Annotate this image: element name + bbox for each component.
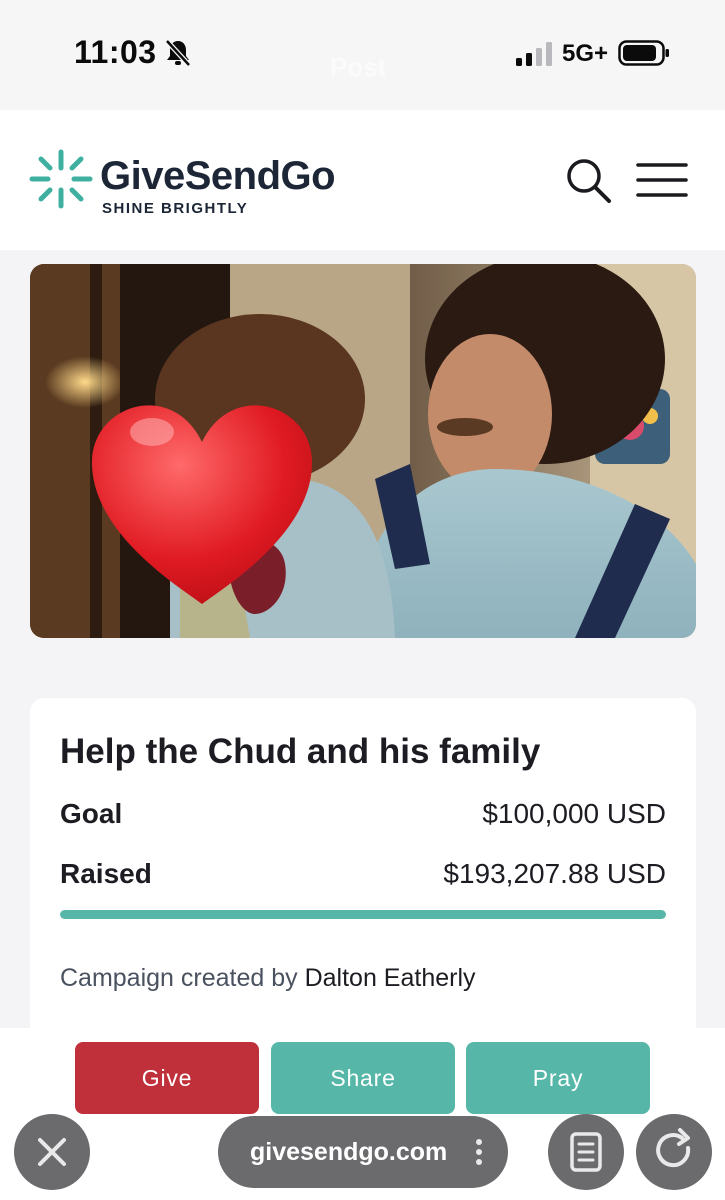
network-type: 5G+ xyxy=(562,40,609,67)
reader-mode-button[interactable] xyxy=(548,1114,624,1190)
funding-progress-bar xyxy=(60,910,666,919)
address-bar[interactable]: givesendgo.com xyxy=(218,1116,508,1188)
creator-prefix: Campaign created by xyxy=(60,964,298,992)
funding-progress-fill xyxy=(60,910,666,919)
campaign-title: Help the Chud and his family xyxy=(60,732,541,771)
close-tab-button[interactable] xyxy=(14,1114,90,1190)
status-bar: 11:03 Post 5G+ xyxy=(0,0,725,110)
hamburger-menu-icon[interactable] xyxy=(636,162,688,198)
goal-value: $100,000 USD xyxy=(482,798,666,829)
close-icon xyxy=(38,1138,66,1166)
logo-burst-icon[interactable] xyxy=(28,146,94,212)
status-time: 11:03 xyxy=(74,34,157,70)
campaign-card: Help the Chud and his family Goal $100,0… xyxy=(30,698,696,1058)
pray-button[interactable]: Pray xyxy=(466,1042,650,1114)
campaign-creator-line: Campaign created by Dalton Eatherly xyxy=(60,964,476,993)
status-behind-text: Post xyxy=(330,52,387,82)
bell-slash-icon xyxy=(165,39,191,67)
goal-label: Goal xyxy=(60,798,123,829)
share-button[interactable]: Share xyxy=(271,1042,455,1114)
brand-name[interactable]: GiveSendGo xyxy=(100,154,336,199)
raised-label: Raised xyxy=(60,858,152,889)
reader-icon xyxy=(570,1132,602,1172)
campaign-photo[interactable] xyxy=(30,264,696,638)
brand-tagline: SHINE BRIGHTLY xyxy=(102,200,249,217)
address-bar-url: givesendgo.com xyxy=(250,1137,448,1166)
signal-icon xyxy=(516,42,552,66)
reload-icon xyxy=(656,1128,691,1168)
creator-name-link[interactable]: Dalton Eatherly xyxy=(305,964,476,992)
raised-value: $193,207.88 USD xyxy=(443,858,666,889)
search-icon[interactable] xyxy=(564,156,612,204)
reload-button[interactable] xyxy=(636,1114,712,1190)
battery-icon xyxy=(618,40,669,66)
give-button[interactable]: Give xyxy=(75,1042,259,1114)
site-header: GiveSendGo SHINE BRIGHTLY xyxy=(0,110,725,250)
more-vertical-icon[interactable] xyxy=(476,1138,482,1166)
